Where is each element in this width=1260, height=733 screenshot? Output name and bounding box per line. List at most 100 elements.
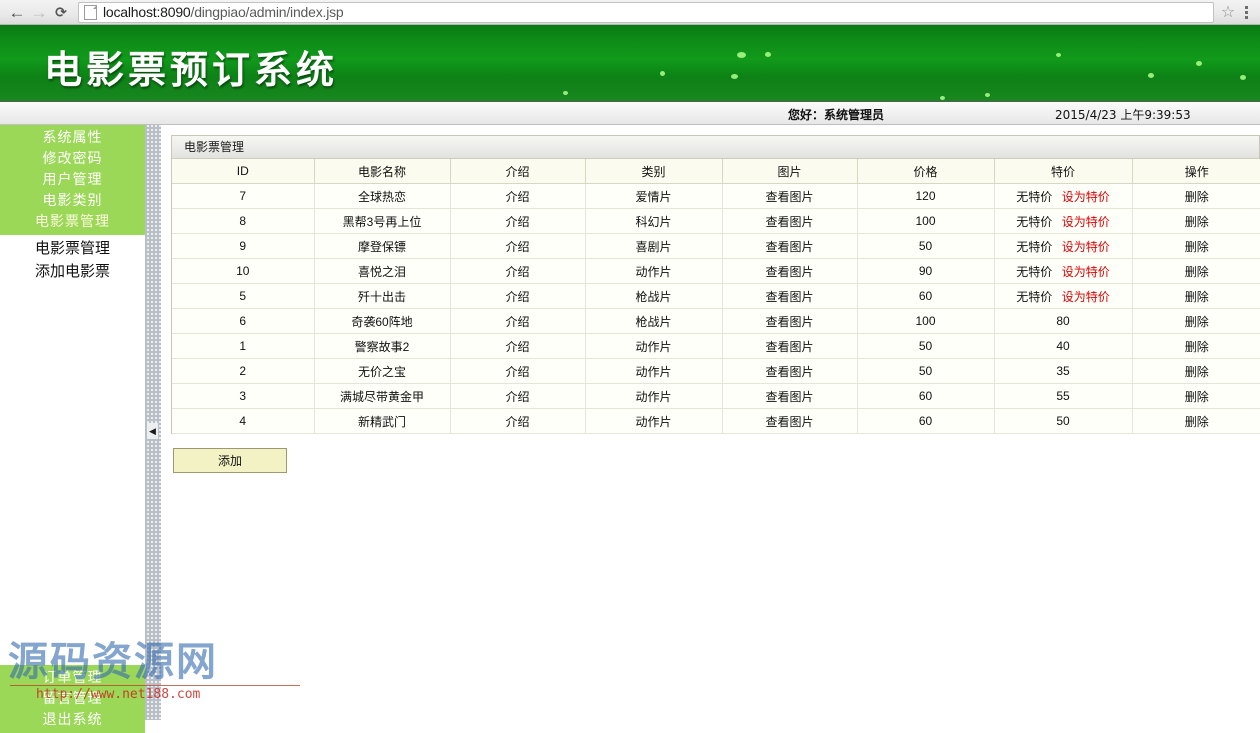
- cell-intro-link-label[interactable]: 介绍: [505, 390, 529, 404]
- forward-arrow-icon[interactable]: →: [28, 1, 50, 23]
- cell-id: 9: [172, 233, 315, 259]
- set-special-link[interactable]: 设为特价: [1062, 238, 1110, 255]
- sidebar-item-3[interactable]: 用户管理: [0, 169, 145, 190]
- cell-intro-link[interactable]: 介绍: [450, 183, 586, 209]
- back-arrow-icon[interactable]: ←: [6, 1, 28, 23]
- cell-delete-link-label[interactable]: 删除: [1185, 240, 1209, 254]
- cell-category: 枪战片: [585, 308, 723, 334]
- cell-image-link-label[interactable]: 查看图片: [765, 315, 813, 329]
- table-row: 7 全球热恋 介绍 爱情片 查看图片 120 无特价 设为特价 删除: [172, 183, 1260, 209]
- cell-intro-link-label[interactable]: 介绍: [505, 415, 529, 429]
- cell-delete-link[interactable]: 删除: [1132, 233, 1260, 259]
- overflow-menu-icon[interactable]: [1238, 2, 1254, 22]
- panel-splitter[interactable]: ◀: [145, 125, 161, 720]
- sidebar-subitem-2[interactable]: 添加电影票: [0, 260, 145, 283]
- cell-intro-link-label[interactable]: 介绍: [505, 190, 529, 204]
- special-price-group: 无特价 设为特价: [996, 188, 1131, 205]
- cell-image-link[interactable]: 查看图片: [722, 233, 858, 259]
- cell-image-link-label[interactable]: 查看图片: [765, 240, 813, 254]
- cell-intro-link[interactable]: 介绍: [450, 358, 586, 384]
- banner-dot: [1056, 53, 1061, 57]
- cell-intro-link[interactable]: 介绍: [450, 308, 586, 334]
- cell-intro-link-label[interactable]: 介绍: [505, 340, 529, 354]
- cell-intro-link[interactable]: 介绍: [450, 233, 586, 259]
- cell-delete-link-label[interactable]: 删除: [1185, 365, 1209, 379]
- cell-image-link-label[interactable]: 查看图片: [765, 215, 813, 229]
- sidebar-bottom-item-2[interactable]: 留言管理: [0, 688, 145, 709]
- cell-image-link[interactable]: 查看图片: [722, 183, 858, 209]
- cell-intro-link-label[interactable]: 介绍: [505, 290, 529, 304]
- splitter-collapse-icon[interactable]: ◀: [147, 423, 158, 439]
- cell-intro-link[interactable]: 介绍: [450, 383, 586, 409]
- cell-intro-link-label[interactable]: 介绍: [505, 365, 529, 379]
- site-title: 电影票预订系统: [44, 48, 339, 92]
- set-special-link[interactable]: 设为特价: [1062, 288, 1110, 305]
- cell-delete-link-label[interactable]: 删除: [1185, 340, 1209, 354]
- cell-image-link-label[interactable]: 查看图片: [765, 265, 813, 279]
- cell-movie-name: 喜悦之泪: [314, 258, 451, 284]
- cell-delete-link-label[interactable]: 删除: [1185, 390, 1209, 404]
- cell-intro-link-label[interactable]: 介绍: [505, 215, 529, 229]
- set-special-link[interactable]: 设为特价: [1062, 213, 1110, 230]
- table-row: 2 无价之宝 介绍 动作片 查看图片 50 35 删除: [172, 358, 1260, 384]
- cell-id: 7: [172, 183, 315, 209]
- cell-image-link[interactable]: 查看图片: [722, 308, 858, 334]
- cell-image-link-label[interactable]: 查看图片: [765, 415, 813, 429]
- cell-image-link-label[interactable]: 查看图片: [765, 390, 813, 404]
- cell-delete-link[interactable]: 删除: [1132, 358, 1260, 384]
- cell-intro-link-label[interactable]: 介绍: [505, 265, 529, 279]
- set-special-link[interactable]: 设为特价: [1062, 188, 1110, 205]
- cell-image-link[interactable]: 查看图片: [722, 208, 858, 234]
- cell-image-link-label[interactable]: 查看图片: [765, 190, 813, 204]
- sidebar-bottom-item-1[interactable]: 订单管理: [0, 667, 145, 688]
- cell-intro-link-label[interactable]: 介绍: [505, 240, 529, 254]
- cell-intro-link[interactable]: 介绍: [450, 283, 586, 309]
- cell-delete-link[interactable]: 删除: [1132, 283, 1260, 309]
- cell-delete-link[interactable]: 删除: [1132, 308, 1260, 334]
- sidebar-item-2[interactable]: 修改密码: [0, 148, 145, 169]
- bookmark-star-icon[interactable]: ☆: [1218, 2, 1238, 22]
- cell-delete-link-label[interactable]: 删除: [1185, 190, 1209, 204]
- cell-delete-link[interactable]: 删除: [1132, 183, 1260, 209]
- status-strip: 您好：系统管理员 2015/4/23 上午9:39:53: [0, 102, 1260, 125]
- cell-intro-link[interactable]: 介绍: [450, 208, 586, 234]
- cell-intro-link[interactable]: 介绍: [450, 258, 586, 284]
- cell-delete-link[interactable]: 删除: [1132, 408, 1260, 434]
- reload-icon[interactable]: ⟳: [50, 1, 72, 23]
- cell-image-link[interactable]: 查看图片: [722, 358, 858, 384]
- cell-movie-name: 满城尽带黄金甲: [314, 383, 451, 409]
- cell-delete-link-label[interactable]: 删除: [1185, 265, 1209, 279]
- cell-image-link-label[interactable]: 查看图片: [765, 340, 813, 354]
- cell-delete-link[interactable]: 删除: [1132, 258, 1260, 284]
- cell-intro-link[interactable]: 介绍: [450, 333, 586, 359]
- cell-intro-link[interactable]: 介绍: [450, 408, 586, 434]
- cell-image-link[interactable]: 查看图片: [722, 258, 858, 284]
- cell-intro-link-label[interactable]: 介绍: [505, 315, 529, 329]
- special-price-group: 无特价 设为特价: [996, 263, 1131, 280]
- cell-price: 50: [857, 233, 995, 259]
- cell-price: 60: [857, 283, 995, 309]
- set-special-link[interactable]: 设为特价: [1062, 263, 1110, 280]
- cell-id: 10: [172, 258, 315, 284]
- cell-delete-link[interactable]: 删除: [1132, 208, 1260, 234]
- cell-movie-name: 警察故事2: [314, 333, 451, 359]
- cell-image-link-label[interactable]: 查看图片: [765, 290, 813, 304]
- add-button[interactable]: 添加: [173, 448, 287, 473]
- cell-delete-link[interactable]: 删除: [1132, 383, 1260, 409]
- cell-delete-link-label[interactable]: 删除: [1185, 215, 1209, 229]
- sidebar-item-5[interactable]: 电影票管理: [0, 211, 145, 232]
- cell-id: 8: [172, 208, 315, 234]
- cell-delete-link-label[interactable]: 删除: [1185, 315, 1209, 329]
- sidebar-item-1[interactable]: 系统属性: [0, 127, 145, 148]
- cell-image-link[interactable]: 查看图片: [722, 408, 858, 434]
- cell-delete-link-label[interactable]: 删除: [1185, 415, 1209, 429]
- cell-image-link-label[interactable]: 查看图片: [765, 365, 813, 379]
- cell-image-link[interactable]: 查看图片: [722, 283, 858, 309]
- cell-image-link[interactable]: 查看图片: [722, 333, 858, 359]
- cell-delete-link[interactable]: 删除: [1132, 333, 1260, 359]
- sidebar-item-4[interactable]: 电影类别: [0, 190, 145, 211]
- cell-delete-link-label[interactable]: 删除: [1185, 290, 1209, 304]
- address-bar[interactable]: localhost:8090/dingpiao/admin/index.jsp: [78, 1, 1214, 23]
- sidebar-subitem-1[interactable]: 电影票管理: [0, 237, 145, 260]
- cell-image-link[interactable]: 查看图片: [722, 383, 858, 409]
